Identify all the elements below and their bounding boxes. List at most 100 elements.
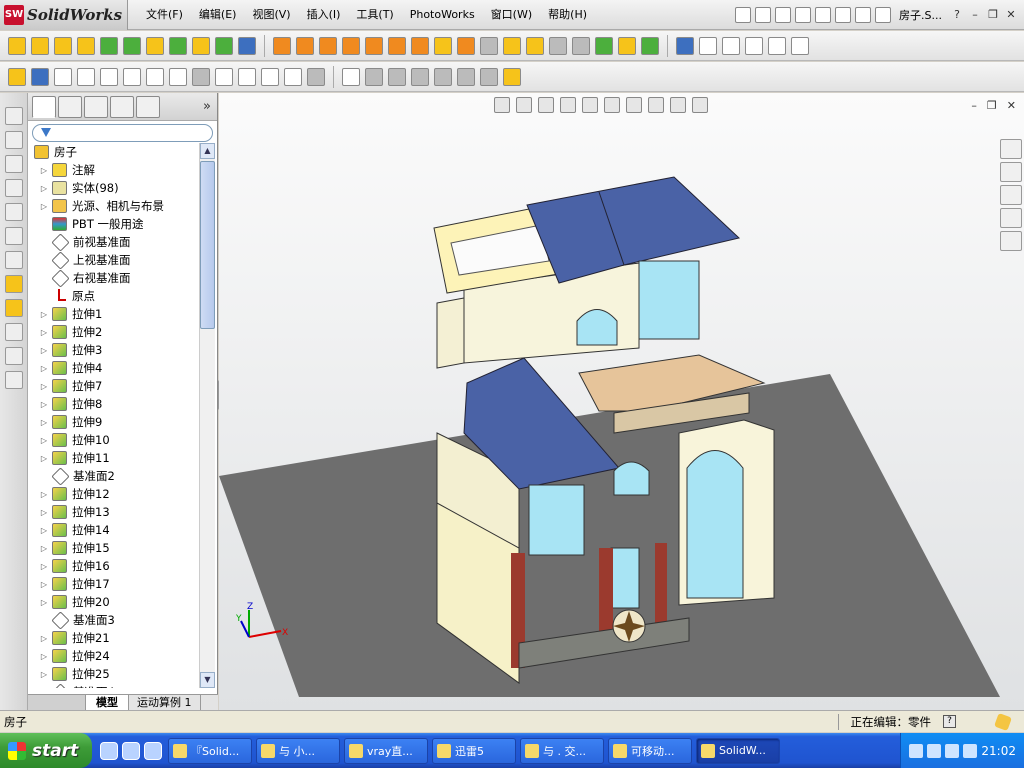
scroll-down-icon[interactable]: ▼ (200, 672, 215, 688)
spline-icon[interactable] (146, 67, 164, 86)
property-manager-tab-icon[interactable] (58, 95, 82, 118)
circle-icon[interactable] (100, 67, 118, 86)
solidworks-logo[interactable]: SW SolidWorks (0, 0, 128, 30)
tree-item[interactable]: 基准面3 (28, 610, 200, 630)
display-manager-tab-icon[interactable] (136, 95, 160, 118)
sketch-icon[interactable] (8, 67, 26, 86)
tab-nav-arrows[interactable] (28, 694, 86, 711)
tree-item[interactable]: ▷ 拉伸7 (28, 377, 200, 395)
tree-item[interactable]: ▷ 拉伸17 (28, 575, 200, 593)
tree-root[interactable]: 房子 (28, 143, 200, 161)
assembly-icon[interactable] (4, 323, 23, 341)
offset-surface-icon[interactable] (434, 36, 452, 55)
expand-arrow-icon[interactable]: ▷ (38, 418, 50, 427)
scroll-up-icon[interactable]: ▲ (200, 143, 215, 159)
mirror-entities-icon[interactable] (307, 67, 325, 86)
new-document-icon[interactable] (755, 6, 772, 23)
quick-launch-icon[interactable] (144, 741, 162, 760)
house-3d-model[interactable]: X Z Y (219, 93, 1024, 710)
rapid-sketch-icon[interactable] (503, 67, 521, 86)
ellipse-icon[interactable] (169, 67, 187, 86)
tree-item[interactable]: ▷ 拉伸10 (28, 431, 200, 449)
view-trimetric-icon[interactable] (791, 36, 809, 55)
box-icon[interactable] (4, 203, 23, 221)
tree-item[interactable]: ▷ 拉伸3 (28, 341, 200, 359)
expand-arrow-icon[interactable]: ▷ (38, 184, 50, 193)
view-isometric-icon[interactable] (768, 36, 786, 55)
taskbar-task[interactable]: 迅雷5 (432, 737, 516, 764)
expand-arrow-icon[interactable]: ▷ (38, 400, 50, 409)
split-line-icon[interactable] (641, 36, 659, 55)
extruded-boss-icon[interactable] (8, 36, 26, 55)
notification-icon[interactable] (994, 712, 1012, 731)
sketch-edit-icon[interactable] (4, 275, 23, 293)
feature-tree-tab-icon[interactable] (32, 95, 56, 118)
graphics-area[interactable]: – ❐ ✕ X Z Y (219, 93, 1024, 710)
close-icon[interactable]: ✕ (1004, 8, 1018, 22)
tree-item[interactable]: ▷ 拉伸21 (28, 629, 200, 647)
surface-revolve-icon[interactable] (296, 36, 314, 55)
extruded-cut-icon[interactable] (100, 36, 118, 55)
menu-insert[interactable]: 插入(I) (299, 0, 349, 30)
smart-dimension-icon[interactable] (31, 67, 49, 86)
planar-surface-icon[interactable] (411, 36, 429, 55)
sketch-text-icon[interactable] (284, 67, 302, 86)
tree-item[interactable]: ▷ 拉伸12 (28, 485, 200, 503)
box-icon[interactable] (4, 131, 23, 149)
tree-item[interactable]: ▷ 拉伸20 (28, 593, 200, 611)
pencil-icon[interactable] (4, 299, 23, 317)
taskbar-task[interactable]: 与 小... (256, 737, 340, 764)
quick-launch-icon[interactable] (122, 741, 140, 760)
save-icon[interactable] (795, 6, 812, 23)
tree-item[interactable]: 上视基准面 (28, 250, 200, 270)
reference-point-icon[interactable] (618, 36, 636, 55)
point-icon[interactable] (238, 67, 256, 86)
tray-icon[interactable] (945, 743, 960, 758)
expand-tabs-icon[interactable]: » (203, 99, 211, 114)
minimize-icon[interactable]: – (968, 8, 982, 22)
expand-arrow-icon[interactable]: ▷ (38, 598, 50, 607)
feature-filter-input[interactable] (32, 124, 213, 142)
curves-icon[interactable] (215, 36, 233, 55)
expand-arrow-icon[interactable]: ▷ (38, 310, 50, 319)
taskbar-task[interactable]: vray直... (344, 737, 428, 764)
sketch-pattern-icon[interactable] (411, 67, 429, 86)
tree-item[interactable]: ▷ 拉伸16 (28, 557, 200, 575)
surface-loft-icon[interactable] (342, 36, 360, 55)
tray-icon[interactable] (909, 743, 924, 758)
rebuild-icon[interactable] (855, 6, 872, 23)
restore-icon[interactable]: ❐ (986, 8, 1000, 22)
tree-item[interactable]: 右视基准面 (28, 268, 200, 288)
convert-entities-icon[interactable] (342, 67, 360, 86)
options-icon[interactable] (875, 6, 892, 23)
expand-arrow-icon[interactable]: ▷ (38, 364, 50, 373)
expand-arrow-icon[interactable]: ▷ (38, 346, 50, 355)
view-front-icon[interactable] (699, 36, 717, 55)
box-icon[interactable] (4, 155, 23, 173)
expand-arrow-icon[interactable]: ▷ (38, 508, 50, 517)
undo-icon[interactable] (835, 6, 852, 23)
swept-boss-icon[interactable] (54, 36, 72, 55)
move-component-icon[interactable] (676, 36, 694, 55)
trim-entities-icon[interactable] (388, 67, 406, 86)
arc-icon[interactable] (123, 67, 141, 86)
filled-surface-icon[interactable] (388, 36, 406, 55)
box-icon[interactable] (4, 179, 23, 197)
thicken-icon[interactable] (526, 36, 544, 55)
expand-arrow-icon[interactable]: ▷ (38, 652, 50, 661)
instant3d-icon[interactable] (238, 36, 256, 55)
help-icon[interactable]: ? (950, 8, 964, 22)
repair-sketch-icon[interactable] (480, 67, 498, 86)
tray-icon[interactable] (963, 743, 978, 758)
status-help-icon[interactable]: ? (943, 715, 956, 728)
open-icon[interactable] (775, 6, 792, 23)
expand-arrow-icon[interactable]: ▷ (38, 490, 50, 499)
taskbar-task[interactable]: 『Solid... (168, 737, 252, 764)
view-top-icon[interactable] (722, 36, 740, 55)
menu-edit[interactable]: 编辑(E) (191, 0, 245, 30)
expand-arrow-icon[interactable]: ▷ (38, 562, 50, 571)
rectangle-icon[interactable] (77, 67, 95, 86)
taskbar-task[interactable]: 可移动... (608, 737, 692, 764)
expand-arrow-icon[interactable]: ▷ (38, 670, 50, 679)
tree-item[interactable]: ▷ 拉伸9 (28, 413, 200, 431)
